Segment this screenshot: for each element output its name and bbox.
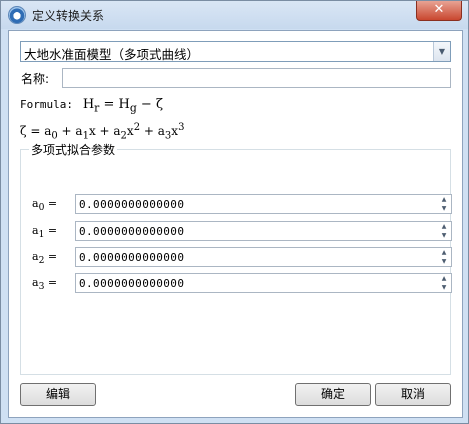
polynomial-expression: ζ = a0 + a1x + a2x2 + a3x3 [20,122,185,142]
param-spinbox[interactable]: 0.0000000000000 ▲ ▼ [75,194,452,214]
formula-line: Formula: Hr = Hg − ζ [20,97,163,115]
spin-down-icon[interactable]: ▼ [438,283,450,292]
param-label: a3 = [32,276,58,293]
spin-down-icon[interactable]: ▼ [438,231,450,240]
name-input[interactable] [62,68,451,88]
spin-up-icon[interactable]: ▲ [438,274,450,283]
param-row-a3: a3 = 0.0000000000000 ▲ ▼ [32,273,452,294]
formula-label: Formula: [20,98,73,111]
spin-down-icon[interactable]: ▼ [438,204,450,213]
spin-up-icon[interactable]: ▲ [438,222,450,231]
chevron-down-icon[interactable]: ▼ [433,42,450,61]
app-logo-icon [8,6,26,24]
close-button[interactable]: ✕ [416,1,462,21]
param-value[interactable]: 0.0000000000000 [79,277,184,290]
title-bar[interactable]: 定义转换关系 [1,1,468,29]
param-value[interactable]: 0.0000000000000 [79,225,184,238]
model-select-value: 大地水准面模型（多项式曲线） [24,47,200,62]
param-row-a1: a1 = 0.0000000000000 ▲ ▼ [32,221,452,242]
cancel-button[interactable]: 取消 [375,383,451,406]
formula-expression: Hr = Hg − ζ [82,97,163,115]
param-spinbox[interactable]: 0.0000000000000 ▲ ▼ [75,247,452,267]
edit-button[interactable]: 编辑 [20,383,96,406]
param-spinbox[interactable]: 0.0000000000000 ▲ ▼ [75,221,452,241]
param-row-a0: a0 = 0.0000000000000 ▲ ▼ [32,194,452,215]
model-select[interactable]: 大地水准面模型（多项式曲线） ▼ [20,41,451,62]
dialog-window: 定义转换关系 ✕ 大地水准面模型（多项式曲线） ▼ 名称: Formula: H… [0,0,469,424]
param-value[interactable]: 0.0000000000000 [79,198,184,211]
group-title: 多项式拟合参数 [29,141,118,158]
name-label: 名称: [21,72,50,86]
window-title: 定义转换关系 [32,9,105,23]
spin-up-icon[interactable]: ▲ [438,195,450,204]
dialog-body: 大地水准面模型（多项式曲线） ▼ 名称: Formula: Hr = Hg − … [8,30,463,418]
param-label: a2 = [32,250,58,267]
spin-up-icon[interactable]: ▲ [438,248,450,257]
polynomial-params-group: 多项式拟合参数 a0 = 0.0000000000000 ▲ ▼ a1 = 0.… [20,141,452,375]
param-value[interactable]: 0.0000000000000 [79,251,184,264]
param-label: a1 = [32,224,58,241]
ok-button[interactable]: 确定 [295,383,371,406]
param-row-a2: a2 = 0.0000000000000 ▲ ▼ [32,247,452,268]
param-label: a0 = [32,197,58,214]
spin-down-icon[interactable]: ▼ [438,257,450,266]
param-spinbox[interactable]: 0.0000000000000 ▲ ▼ [75,273,452,293]
